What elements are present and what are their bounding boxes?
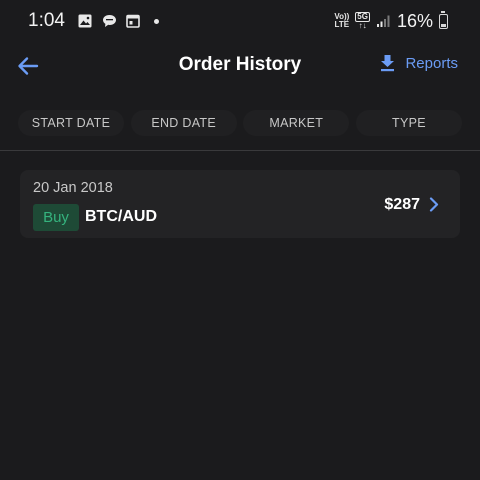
chat-bubble-icon — [102, 14, 117, 29]
data-arrows-label: ↑↓ — [358, 21, 367, 30]
back-button[interactable] — [14, 52, 42, 80]
status-bar-left: 1:04 — [28, 10, 159, 32]
order-side-badge: Buy — [33, 204, 79, 231]
filter-start-date[interactable]: START DATE — [18, 110, 124, 136]
order-amount: $287 — [384, 196, 420, 213]
volte-indicator: Vo)) LTE — [334, 13, 349, 29]
filter-bar: START DATE END DATE MARKET TYPE — [18, 110, 462, 136]
order-market: BTC/AUD — [85, 208, 157, 225]
arrow-left-icon — [18, 57, 39, 75]
notification-dot-icon — [153, 18, 159, 24]
reports-button[interactable]: Reports — [380, 54, 458, 72]
download-icon — [381, 55, 395, 72]
filter-type[interactable]: TYPE — [355, 110, 462, 136]
chevron-right-icon — [428, 196, 440, 212]
image-icon — [78, 14, 93, 29]
order-date: 20 Jan 2018 — [33, 180, 113, 196]
calendar-icon — [126, 14, 141, 29]
status-time: 1:04 — [28, 10, 65, 31]
lte-label: LTE — [334, 20, 350, 29]
status-bar-right: Vo)) LTE 5G ↑↓ 16% — [334, 10, 448, 32]
network-indicator: 5G ↑↓ — [355, 12, 370, 30]
battery-percentage: 16% — [396, 10, 433, 31]
reports-label: Reports — [405, 54, 458, 72]
filter-end-date[interactable]: END DATE — [130, 110, 237, 136]
battery-icon — [439, 10, 448, 29]
order-list-item[interactable]: 20 Jan 2018 Buy BTC/AUD $287 — [20, 170, 460, 238]
app-header: Order History Reports — [0, 44, 480, 88]
signal-icon — [376, 14, 391, 29]
filter-market[interactable]: MARKET — [243, 110, 350, 136]
divider — [0, 150, 480, 151]
status-bar: 1:04 Vo)) LTE 5G ↑↓ 16% — [0, 0, 480, 42]
